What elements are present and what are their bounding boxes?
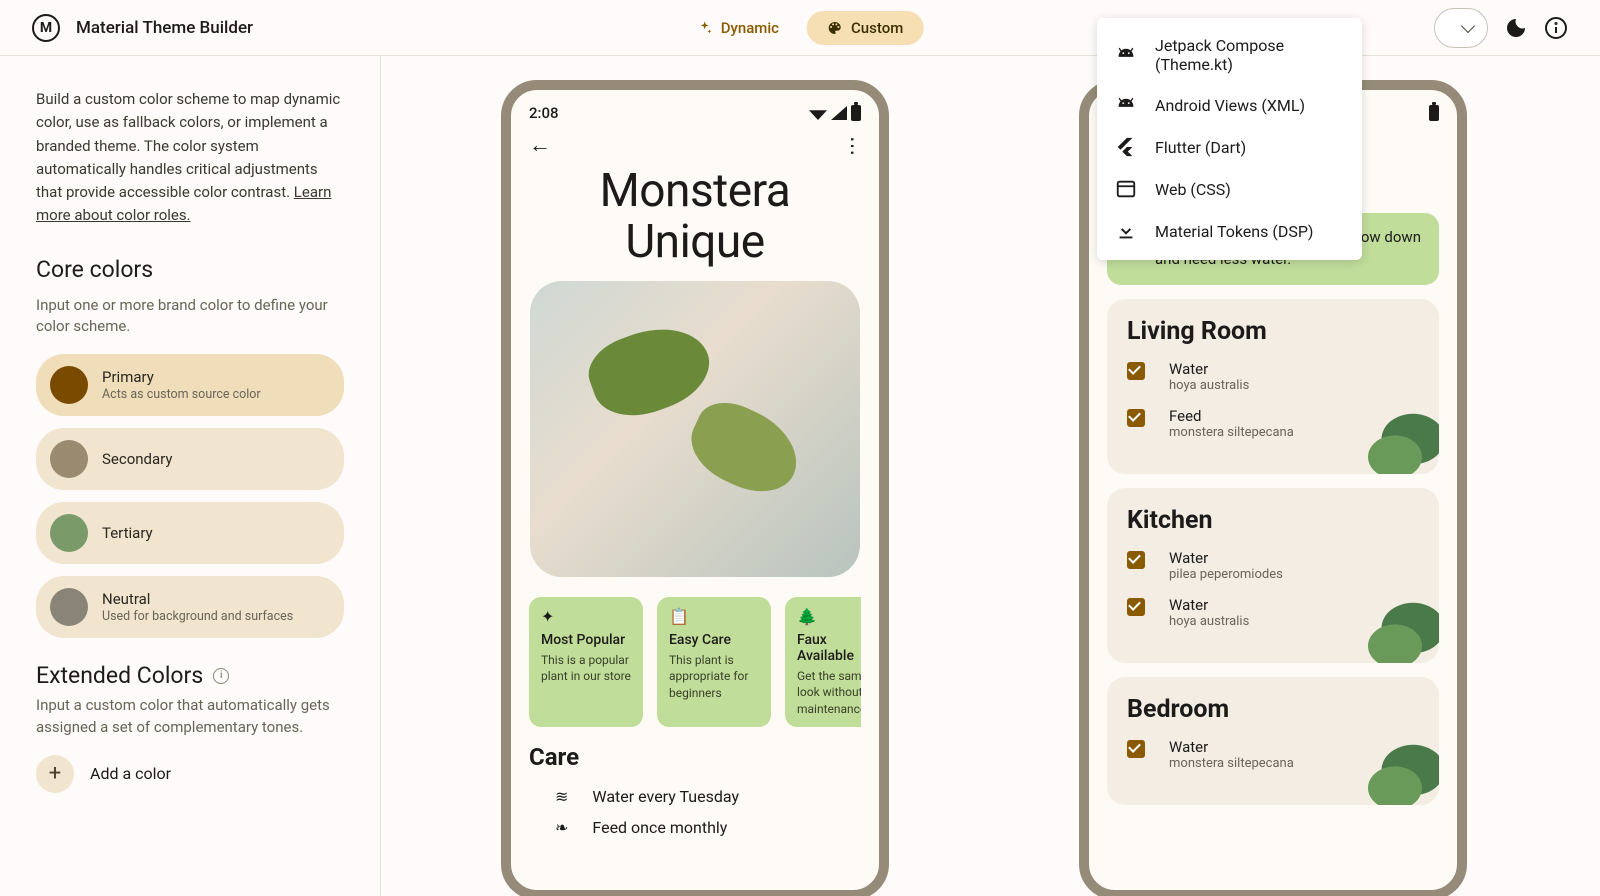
plant-decoration xyxy=(1359,725,1439,805)
export-option-compose[interactable]: Jetpack Compose (Theme.kt) xyxy=(1097,26,1362,84)
export-button[interactable] xyxy=(1434,8,1488,48)
chevron-down-icon xyxy=(1461,18,1475,32)
battery-icon xyxy=(1429,105,1439,121)
extended-colors-heading: Extended Colors xyxy=(36,662,203,689)
extended-colors-sub: Input a custom color that automatically … xyxy=(36,695,344,739)
task-row[interactable]: Waterhoya australis xyxy=(1127,360,1419,393)
checkbox-checked-icon[interactable] xyxy=(1127,740,1145,758)
plus-icon: + xyxy=(36,755,74,793)
checkbox-checked-icon[interactable] xyxy=(1127,598,1145,616)
water-icon: ≋ xyxy=(555,787,568,806)
android-icon xyxy=(1115,94,1137,116)
checkbox-checked-icon[interactable] xyxy=(1127,551,1145,569)
tab-dynamic[interactable]: Dynamic xyxy=(677,11,799,45)
care-item: ❧Feed once monthly xyxy=(529,812,861,843)
core-colors-heading: Core colors xyxy=(36,256,344,283)
dark-mode-icon[interactable] xyxy=(1504,16,1528,40)
color-row-secondary[interactable]: Secondary xyxy=(36,428,344,490)
sparkle-icon: ✦ xyxy=(541,607,631,626)
room-heading: Living Room xyxy=(1127,317,1419,346)
checkbox-checked-icon[interactable] xyxy=(1127,362,1145,380)
color-swatch xyxy=(50,588,88,626)
plant-title: Monstera Unique xyxy=(529,166,861,267)
download-icon xyxy=(1115,220,1137,242)
chip-easy[interactable]: 📋Easy CareThis plant is appropriate for … xyxy=(657,597,771,727)
leaf-icon: ❧ xyxy=(555,818,568,837)
export-option-flutter[interactable]: Flutter (Dart) xyxy=(1097,126,1362,168)
more-icon[interactable]: ⋯ xyxy=(839,136,865,154)
device-preview-detail: 2:08 ← ⋯ Monstera Unique ✦Most PopularTh… xyxy=(501,80,889,896)
sparkle-icon xyxy=(697,20,713,36)
battery-icon xyxy=(851,105,861,121)
chip-faux[interactable]: 🌲Faux AvailableGet the same look without… xyxy=(785,597,861,727)
topbar-right xyxy=(1434,8,1568,48)
room-heading: Kitchen xyxy=(1127,506,1419,535)
back-icon[interactable]: ← xyxy=(529,132,551,158)
flutter-icon xyxy=(1115,136,1137,158)
task-row[interactable]: Waterpilea peperomiodes xyxy=(1127,549,1419,582)
color-row-primary[interactable]: PrimaryActs as custom source color xyxy=(36,354,344,416)
web-icon xyxy=(1115,178,1137,200)
status-bar: 2:08 xyxy=(529,104,861,122)
export-option-dsp[interactable]: Material Tokens (DSP) xyxy=(1097,210,1362,252)
room-card: BedroomWatermonstera siltepecana xyxy=(1107,677,1439,805)
app-title: Material Theme Builder xyxy=(76,18,253,38)
wifi-icon xyxy=(809,106,827,120)
room-heading: Bedroom xyxy=(1127,695,1419,724)
tree-icon: 🌲 xyxy=(797,607,861,626)
plant-decoration xyxy=(1359,583,1439,663)
tab-custom[interactable]: Custom xyxy=(807,11,923,45)
export-option-css[interactable]: Web (CSS) xyxy=(1097,168,1362,210)
care-item: ≋Water every Tuesday xyxy=(529,781,861,812)
mode-tabs: Dynamic Custom xyxy=(677,11,924,45)
palette-icon xyxy=(827,20,843,36)
color-swatch xyxy=(50,440,88,478)
color-row-neutral[interactable]: NeutralUsed for background and surfaces xyxy=(36,576,344,638)
add-color-button[interactable]: + Add a color xyxy=(36,755,344,793)
sidebar: Build a custom color scheme to map dynam… xyxy=(0,56,381,896)
room-card: Living RoomWaterhoya australisFeedmonste… xyxy=(1107,299,1439,474)
signal-icon xyxy=(831,106,847,120)
android-icon xyxy=(1115,44,1137,66)
core-colors-sub: Input one or more brand color to define … xyxy=(36,295,344,339)
export-option-xml[interactable]: Android Views (XML) xyxy=(1097,84,1362,126)
preview-area: 2:08 ← ⋯ Monstera Unique ✦Most PopularTh… xyxy=(381,56,1600,896)
plant-image xyxy=(530,281,860,577)
app-logo: M xyxy=(32,14,60,42)
feature-chips: ✦Most PopularThis is a popular plant in … xyxy=(529,597,861,727)
clipboard-icon: 📋 xyxy=(669,607,759,626)
room-card: KitchenWaterpilea peperomiodesWaterhoya … xyxy=(1107,488,1439,663)
info-icon[interactable]: i xyxy=(213,668,229,684)
intro-text: Build a custom color scheme to map dynam… xyxy=(36,88,344,228)
color-swatch xyxy=(50,366,88,404)
info-icon[interactable] xyxy=(1544,16,1568,40)
checkbox-checked-icon[interactable] xyxy=(1127,409,1145,427)
plant-decoration xyxy=(1359,394,1439,474)
export-dropdown: Jetpack Compose (Theme.kt) Android Views… xyxy=(1097,18,1362,260)
color-row-tertiary[interactable]: Tertiary xyxy=(36,502,344,564)
chip-popular[interactable]: ✦Most PopularThis is a popular plant in … xyxy=(529,597,643,727)
care-heading: Care xyxy=(529,743,861,771)
color-swatch xyxy=(50,514,88,552)
